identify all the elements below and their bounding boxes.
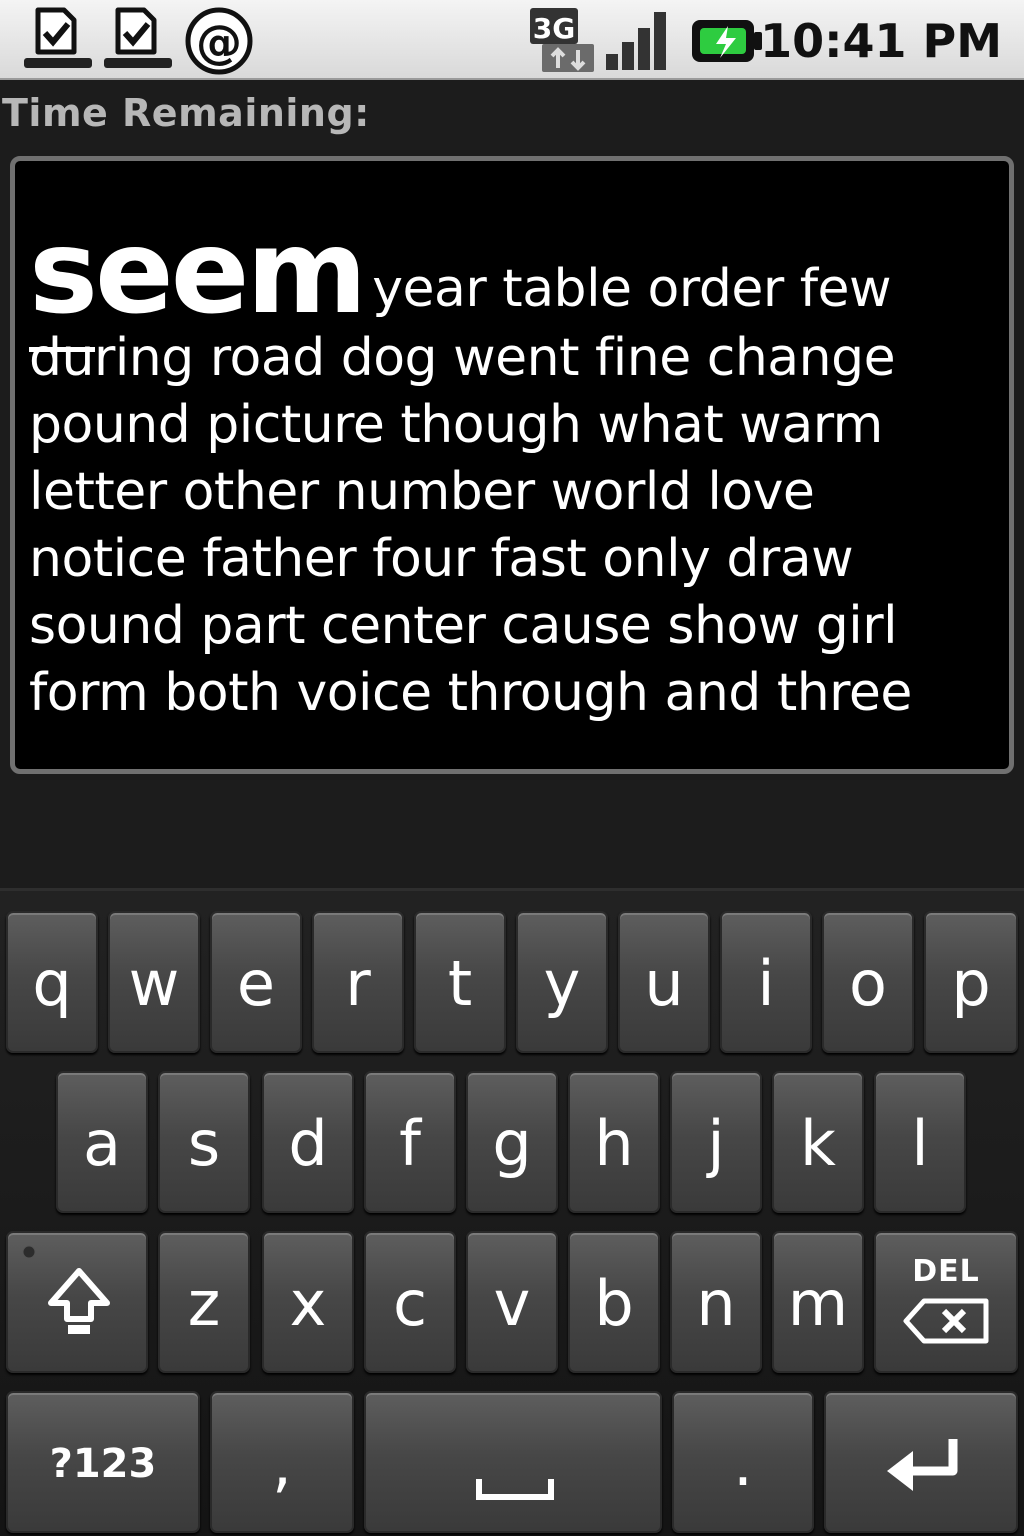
- key-label: u: [644, 947, 684, 1020]
- text-line: seem year table order few: [29, 215, 999, 331]
- key-r[interactable]: r: [312, 911, 404, 1053]
- period-key-label: .: [733, 1427, 753, 1500]
- key-j[interactable]: j: [670, 1071, 762, 1213]
- key-y[interactable]: y: [516, 911, 608, 1053]
- symbols-key-label: ?123: [49, 1441, 157, 1487]
- key-p[interactable]: p: [924, 911, 1018, 1053]
- shift-arrow-icon: [48, 1268, 110, 1334]
- key-label: t: [447, 947, 473, 1020]
- key-s[interactable]: s: [158, 1071, 250, 1213]
- key-label: l: [911, 1107, 929, 1180]
- key-label: b: [594, 1267, 634, 1340]
- soft-keyboard: q w e r t y u i o p a s d f g h j k l z …: [0, 888, 1024, 1536]
- key-label: a: [83, 1107, 121, 1180]
- key-w[interactable]: w: [108, 911, 200, 1053]
- key-h[interactable]: h: [568, 1071, 660, 1213]
- text-line: sound part center cause show girl: [29, 596, 898, 656]
- status-bar: @ 3G 10:41 PM: [0, 0, 1024, 80]
- key-g[interactable]: g: [466, 1071, 558, 1213]
- symbols-key[interactable]: ?123: [6, 1391, 200, 1533]
- key-k[interactable]: k: [772, 1071, 864, 1213]
- key-label: s: [187, 1107, 221, 1180]
- key-label: e: [236, 947, 276, 1020]
- status-time: 10:41 PM: [760, 14, 1002, 68]
- key-label: j: [707, 1107, 725, 1180]
- enter-key[interactable]: [824, 1391, 1018, 1533]
- svg-text:@: @: [196, 15, 242, 69]
- key-label: z: [187, 1267, 221, 1340]
- typing-text-panel: seem year table order few during road dog…: [10, 156, 1014, 774]
- key-label: m: [787, 1267, 849, 1340]
- comma-key-label: ,: [272, 1427, 292, 1500]
- shift-lock-indicator-icon: [22, 1245, 36, 1259]
- delete-key[interactable]: DEL: [874, 1231, 1018, 1373]
- key-label: y: [543, 947, 581, 1020]
- key-label: r: [345, 947, 371, 1020]
- comma-key[interactable]: ,: [210, 1391, 354, 1533]
- text-line: notice father four fast only draw: [29, 529, 854, 589]
- key-label: k: [800, 1107, 836, 1180]
- key-label: g: [492, 1107, 532, 1180]
- key-label: q: [32, 947, 72, 1020]
- key-e[interactable]: e: [210, 911, 302, 1053]
- signal-strength-icon: [606, 12, 666, 70]
- key-label: d: [288, 1107, 328, 1180]
- network-3g-icon: 3G: [530, 8, 594, 72]
- key-c[interactable]: c: [364, 1231, 456, 1373]
- backspace-icon: [903, 1298, 989, 1344]
- key-u[interactable]: u: [618, 911, 710, 1053]
- key-label: c: [392, 1267, 428, 1340]
- battery-charging-icon: [692, 20, 762, 62]
- key-i[interactable]: i: [720, 911, 812, 1053]
- key-label: i: [757, 947, 775, 1020]
- text-line: form both voice through and three: [29, 663, 912, 723]
- key-q[interactable]: q: [6, 911, 98, 1053]
- key-m[interactable]: m: [772, 1231, 864, 1373]
- key-x[interactable]: x: [262, 1231, 354, 1373]
- time-remaining-label: Time Remaining:: [2, 91, 370, 135]
- key-b[interactable]: b: [568, 1231, 660, 1373]
- key-d[interactable]: d: [262, 1071, 354, 1213]
- key-l[interactable]: l: [874, 1071, 966, 1213]
- enter-arrow-icon: [887, 1439, 958, 1491]
- download-done-icon: [24, 7, 92, 68]
- key-f[interactable]: f: [364, 1071, 456, 1213]
- key-v[interactable]: v: [466, 1231, 558, 1373]
- key-t[interactable]: t: [414, 911, 506, 1053]
- at-sign-icon: @: [185, 7, 253, 75]
- download-done-icon: [104, 7, 172, 68]
- space-key[interactable]: [364, 1391, 662, 1533]
- key-label: h: [594, 1107, 634, 1180]
- space-bar-icon: [476, 1479, 554, 1500]
- key-label: o: [849, 947, 887, 1020]
- key-label: n: [696, 1267, 736, 1340]
- period-key[interactable]: .: [672, 1391, 814, 1533]
- text-line: pound picture though what warm: [29, 395, 883, 455]
- current-word: seem: [29, 205, 367, 340]
- text-line: letter other number world love: [29, 462, 815, 522]
- key-label: w: [128, 947, 180, 1020]
- shift-key[interactable]: [6, 1231, 148, 1373]
- key-z[interactable]: z: [158, 1231, 250, 1373]
- svg-text:3G: 3G: [533, 12, 575, 45]
- delete-key-label: DEL: [912, 1254, 980, 1289]
- key-label: v: [493, 1267, 531, 1340]
- key-n[interactable]: n: [670, 1231, 762, 1373]
- first-line-text: year table order few: [372, 259, 892, 319]
- key-label: x: [289, 1267, 327, 1340]
- key-label: f: [399, 1107, 421, 1180]
- key-a[interactable]: a: [56, 1071, 148, 1213]
- key-label: p: [951, 947, 991, 1020]
- key-o[interactable]: o: [822, 911, 914, 1053]
